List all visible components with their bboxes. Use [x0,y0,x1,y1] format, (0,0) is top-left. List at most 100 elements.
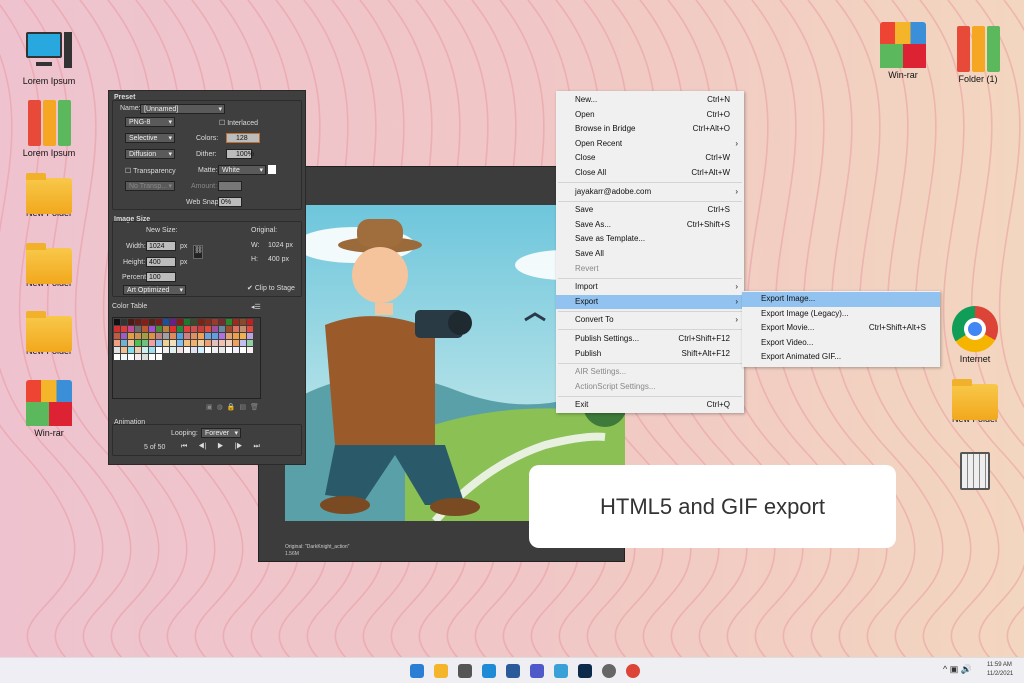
color-swatch[interactable] [205,333,211,339]
color-swatch[interactable] [233,319,239,325]
menu-item[interactable]: Close All Ctrl+Alt+W [556,166,744,181]
interlaced-checkbox[interactable]: ☐ Interlaced [219,119,258,127]
color-swatch[interactable] [135,319,141,325]
color-swatch[interactable] [121,319,127,325]
playback-controls[interactable]: ⏮ ◀| ▶ |▶ ⏭ [181,443,260,451]
color-swatch[interactable] [149,326,155,332]
animate-app-icon[interactable] [578,664,592,678]
tray-icons[interactable]: ^ ▣ 🔊 [943,664,972,675]
color-swatch[interactable] [142,326,148,332]
edge-icon[interactable] [482,664,496,678]
color-swatch[interactable] [128,333,134,339]
color-swatch[interactable] [184,347,190,353]
color-swatch[interactable] [121,326,127,332]
clock-date[interactable]: 11/2/2021 [987,671,1013,677]
menu-item[interactable]: Publish Settings... Ctrl+Shift+F12 [556,332,744,347]
menu-item[interactable]: Exit Ctrl+Q [556,398,744,413]
color-swatch[interactable] [226,333,232,339]
color-swatch[interactable] [226,347,232,353]
width-field[interactable]: 1024 [146,241,176,251]
color-swatch[interactable] [212,326,218,332]
color-swatch[interactable] [156,354,162,360]
color-swatch[interactable] [114,333,120,339]
color-swatch[interactable] [198,347,204,353]
clip-to-stage-checkbox[interactable]: ✔ Clip to Stage [247,284,295,292]
color-swatch[interactable] [142,319,148,325]
color-swatch[interactable] [128,354,134,360]
color-swatch[interactable] [170,333,176,339]
color-swatch[interactable] [163,340,169,346]
color-swatch[interactable] [212,340,218,346]
color-table-tools[interactable]: ▣◍🔒▤🗑 [206,403,263,411]
menu-item[interactable]: jayakarr@adobe.com › [556,185,744,200]
desktop-icon[interactable]: Lorem Ipsum [14,100,84,158]
desktop-icon[interactable]: Folder (1) [943,26,1013,84]
color-swatch[interactable] [114,347,120,353]
color-swatch[interactable] [240,319,246,325]
desktop-icon[interactable] [940,446,1010,494]
color-swatch[interactable] [205,319,211,325]
color-swatch[interactable] [226,319,232,325]
menu-item[interactable]: Browse in Bridge Ctrl+Alt+O [556,122,744,137]
color-swatch[interactable] [156,333,162,339]
color-swatch[interactable] [226,326,232,332]
matte-dropdown[interactable]: White [218,165,266,175]
color-swatch[interactable] [184,319,190,325]
color-swatch[interactable] [163,333,169,339]
color-swatch[interactable] [149,354,155,360]
color-swatch[interactable] [149,319,155,325]
color-swatch[interactable] [219,326,225,332]
color-swatch[interactable] [149,333,155,339]
color-swatch[interactable] [198,333,204,339]
settings-icon[interactable] [602,664,616,678]
color-swatch[interactable] [205,326,211,332]
color-swatch[interactable] [142,333,148,339]
menu-item[interactable]: Export Video... [742,336,940,351]
color-swatch[interactable] [142,340,148,346]
color-swatch[interactable] [121,354,127,360]
color-swatch[interactable] [226,340,232,346]
amount-field[interactable] [218,181,242,191]
color-swatch[interactable] [114,319,120,325]
color-swatch[interactable] [142,347,148,353]
menu-item[interactable]: Save All [556,247,744,262]
color-swatch[interactable] [170,326,176,332]
menu-item[interactable]: Open Recent › [556,137,744,152]
looping-dropdown[interactable]: Forever [201,428,241,438]
desktop-icon[interactable]: New Folder [14,308,84,356]
color-swatch[interactable] [114,340,120,346]
color-swatch[interactable] [219,340,225,346]
color-swatch[interactable] [177,319,183,325]
menu-item[interactable]: Open Ctrl+O [556,108,744,123]
color-swatch[interactable] [184,340,190,346]
color-swatch[interactable] [121,347,127,353]
color-swatch[interactable] [170,347,176,353]
resample-dropdown[interactable]: Art Optimized [123,285,186,295]
panel-menu-icon[interactable]: ◂☰ [251,303,261,311]
desktop-icon[interactable]: Win-rar [14,380,84,438]
menu-item[interactable]: Import › [556,280,744,295]
constrain-proportions-icon[interactable]: ⛓ [193,245,203,259]
matte-swatch[interactable] [268,165,276,174]
menu-item[interactable]: ActionScript Settings... [556,380,744,395]
color-swatch[interactable] [156,340,162,346]
color-swatch[interactable] [163,326,169,332]
color-swatch[interactable] [247,326,253,332]
color-swatch[interactable] [205,347,211,353]
color-swatch[interactable] [233,326,239,332]
colors-field[interactable]: 128 [226,133,260,143]
color-swatch[interactable] [114,354,120,360]
store-icon[interactable] [506,664,520,678]
color-swatch[interactable] [135,354,141,360]
color-swatch[interactable] [247,340,253,346]
color-swatch[interactable] [170,319,176,325]
color-swatch[interactable] [177,340,183,346]
preset-name-dropdown[interactable]: [Unnamed] [140,104,225,114]
color-swatch[interactable] [163,319,169,325]
color-swatch[interactable] [170,340,176,346]
color-swatch[interactable] [177,333,183,339]
websnap-field[interactable]: 0% [218,197,242,207]
color-swatch[interactable] [247,333,253,339]
format-dropdown[interactable]: PNG-8 [125,117,175,127]
color-swatch[interactable] [177,326,183,332]
